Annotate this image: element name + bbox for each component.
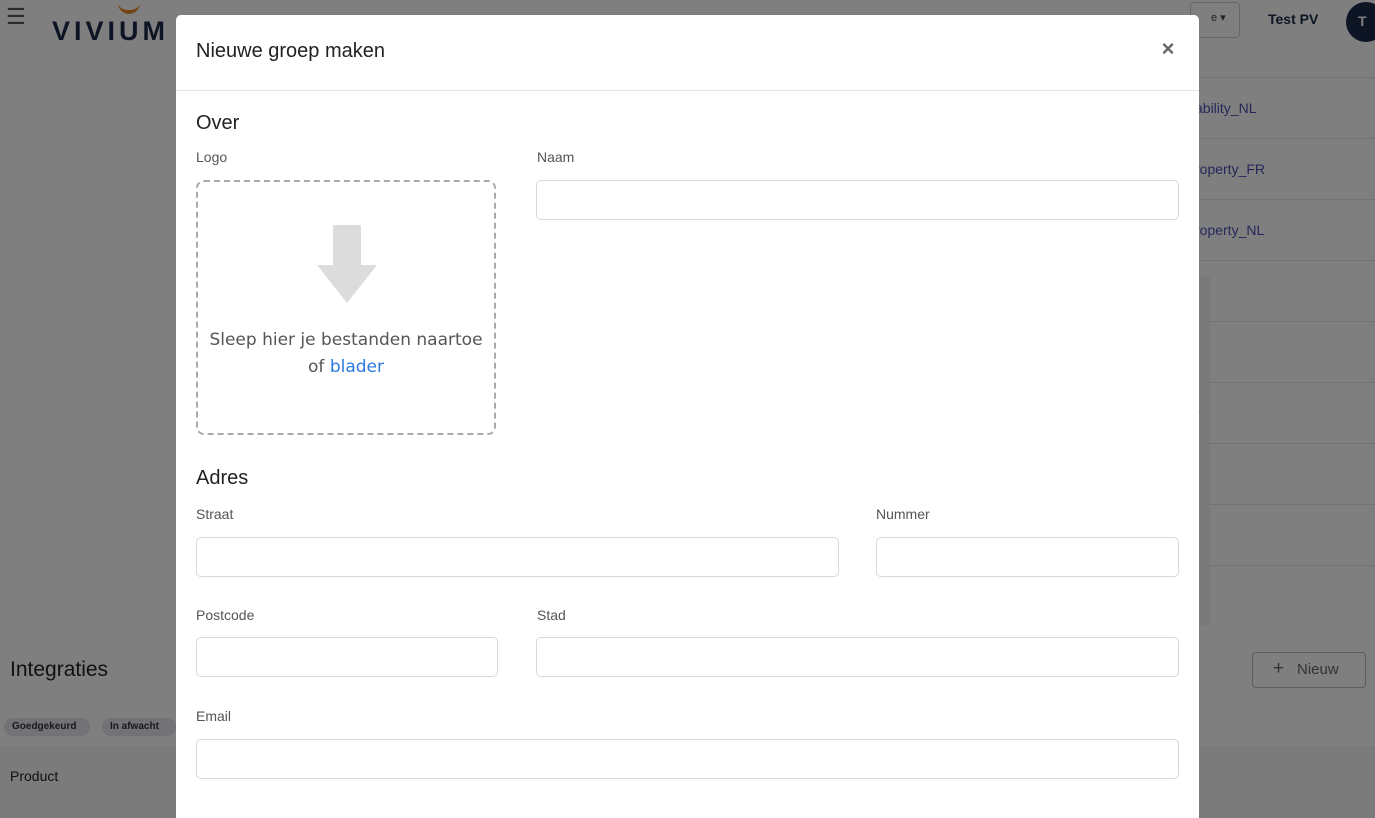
arrow-down-icon — [317, 225, 377, 303]
street-input[interactable] — [196, 537, 839, 577]
modal-title: Nieuwe groep maken — [196, 40, 385, 62]
street-label: Straat — [196, 506, 234, 522]
dropzone-text: Sleep hier je bestanden naartoe — [209, 330, 483, 350]
postcode-input[interactable] — [196, 637, 498, 677]
create-group-modal: Nieuwe groep maken × Over Logo Sleep hie… — [176, 15, 1199, 818]
name-label: Naam — [537, 149, 575, 165]
close-icon[interactable]: × — [1154, 35, 1182, 63]
logo-dropzone[interactable]: Sleep hier je bestanden naartoe of blade… — [196, 180, 496, 435]
section-title-address: Adres — [196, 467, 249, 489]
postcode-label: Postcode — [196, 607, 255, 623]
name-input[interactable] — [536, 180, 1179, 220]
dropzone-instructions: Sleep hier je bestanden naartoe of blade… — [198, 327, 494, 381]
section-title-about: Over — [196, 112, 240, 134]
city-input[interactable] — [536, 637, 1179, 677]
dropzone-second-line: of blader — [198, 354, 494, 381]
dropzone-or-text: of — [308, 357, 325, 377]
email-input[interactable] — [196, 739, 1179, 779]
number-input[interactable] — [876, 537, 1179, 577]
logo-label: Logo — [196, 149, 228, 165]
city-label: Stad — [537, 607, 566, 623]
browse-files-link[interactable]: blader — [330, 357, 384, 377]
number-label: Nummer — [876, 506, 930, 522]
modal-header: Nieuwe groep maken × — [176, 15, 1199, 91]
email-label: Email — [196, 708, 232, 724]
